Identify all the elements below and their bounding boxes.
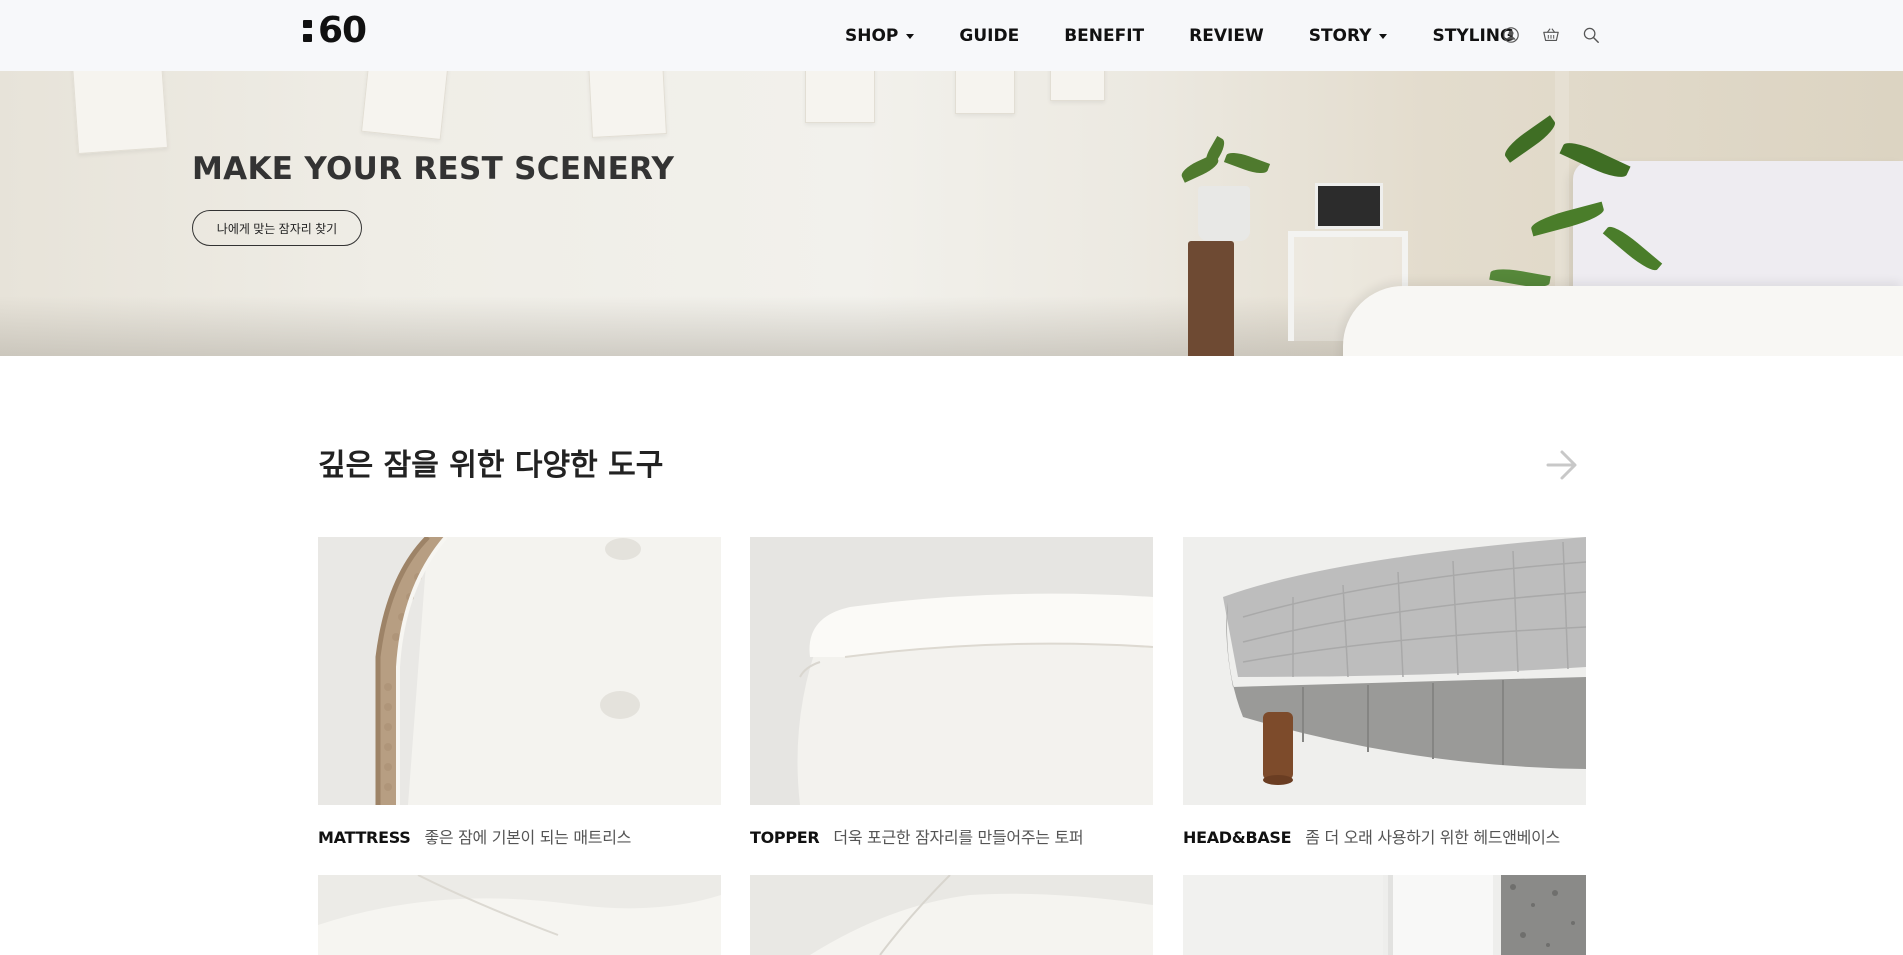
- hero-banner: MAKE YOUR REST SCENERY 나에게 맞는 잠자리 찾기: [0, 71, 1903, 356]
- plant-leaf: [1500, 115, 1560, 163]
- section-title: 깊은 잠을 위한 다양한 도구: [318, 448, 664, 483]
- wooden-stool: [1188, 241, 1234, 356]
- product-category: MATTRESS: [318, 828, 411, 847]
- nav-label: STORY: [1308, 26, 1372, 46]
- nav-item-story[interactable]: STORY: [1309, 26, 1388, 46]
- head-base-image: [1183, 537, 1586, 805]
- topper-image: [750, 537, 1153, 805]
- plant-pot: [1198, 186, 1250, 241]
- arrow-right-icon[interactable]: [1544, 447, 1580, 483]
- product-caption: HEAD&BASE 좀 더 오래 사용하기 위한 헤드앤베이스: [1183, 824, 1586, 848]
- product-category: HEAD&BASE: [1183, 828, 1292, 847]
- plant-leaf: [1223, 148, 1271, 178]
- nav-label: BENEFIT: [1064, 26, 1145, 46]
- product-caption: TOPPER 더욱 포근한 잠자리를 만들어주는 토퍼: [750, 824, 1153, 848]
- product-card-mattress[interactable]: MATTRESS 좋은 잠에 기본이 되는 매트리스: [318, 537, 721, 848]
- product-description: 좋은 잠에 기본이 되는 매트리스: [424, 828, 632, 847]
- logo-text: 60: [318, 10, 367, 51]
- wall-panel: [805, 71, 875, 123]
- plant-leaf: [1202, 136, 1228, 168]
- duvet: [1343, 286, 1903, 356]
- nav-label: REVIEW: [1189, 26, 1264, 46]
- site-header: 60 SHOP GUIDE BENEFIT REVIEW STORY STYLI…: [0, 0, 1903, 71]
- nav-item-review[interactable]: REVIEW: [1189, 26, 1264, 46]
- user-icon[interactable]: [1501, 25, 1521, 45]
- product-card-topper[interactable]: TOPPER 더욱 포근한 잠자리를 만들어주는 토퍼: [750, 537, 1153, 848]
- product-card-head-base[interactable]: HEAD&BASE 좀 더 오래 사용하기 위한 헤드앤베이스: [1183, 537, 1586, 848]
- basket-icon[interactable]: [1541, 25, 1561, 45]
- product-card-partial[interactable]: [1183, 875, 1586, 955]
- logo[interactable]: 60: [303, 10, 367, 51]
- product-description: 더욱 포근한 잠자리를 만들어주는 토퍼: [833, 828, 1084, 847]
- nav-label: SHOP: [845, 26, 899, 46]
- wall-panel: [361, 71, 449, 140]
- nav-item-benefit[interactable]: BENEFIT: [1064, 26, 1144, 46]
- wall-panel: [1050, 71, 1105, 101]
- product-caption: MATTRESS 좋은 잠에 기본이 되는 매트리스: [318, 824, 721, 848]
- product-description: 좀 더 오래 사용하기 위한 헤드앤베이스: [1305, 828, 1560, 847]
- logo-colon-icon: [303, 20, 312, 42]
- hero-title: MAKE YOUR REST SCENERY: [192, 151, 675, 187]
- main-nav: SHOP GUIDE BENEFIT REVIEW STORY STYLING: [845, 22, 1514, 50]
- nav-label: GUIDE: [959, 26, 1020, 46]
- nav-item-shop[interactable]: SHOP: [845, 26, 915, 46]
- product-card-partial[interactable]: [750, 875, 1153, 955]
- wall-panel: [955, 71, 1015, 114]
- product-category: TOPPER: [750, 828, 820, 847]
- wall-panel: [588, 71, 667, 138]
- wall-panel: [71, 71, 169, 155]
- product-card-partial[interactable]: [318, 875, 721, 955]
- header-icons: [1501, 25, 1621, 45]
- caret-down-icon: [1379, 33, 1388, 39]
- mattress-image: [318, 537, 721, 805]
- caret-down-icon: [906, 33, 915, 39]
- search-icon[interactable]: [1581, 25, 1601, 45]
- chair-backrest: [1315, 183, 1383, 229]
- nav-item-guide[interactable]: GUIDE: [959, 26, 1019, 46]
- find-bedding-button[interactable]: 나에게 맞는 잠자리 찾기: [192, 210, 362, 246]
